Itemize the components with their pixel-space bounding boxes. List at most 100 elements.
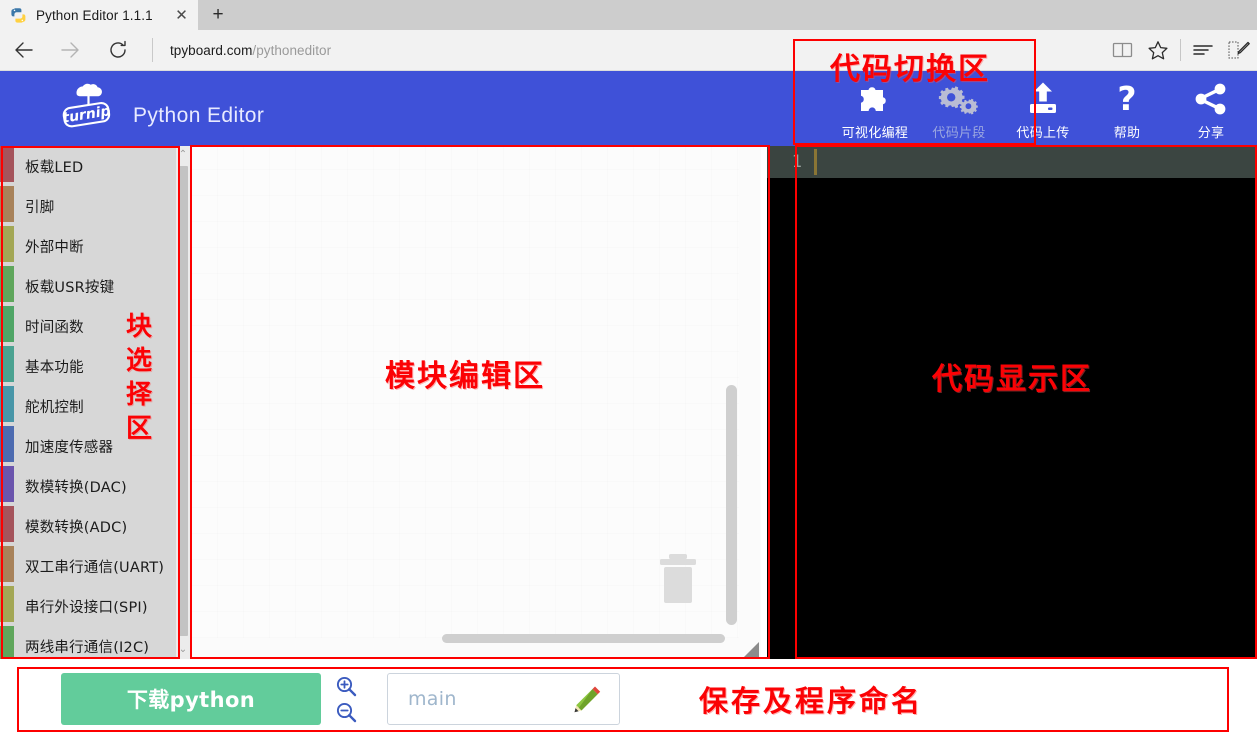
scroll-up-icon[interactable]: ⌃ [176, 147, 190, 163]
toolbox-category-label: 加速度传感器 [25, 439, 114, 456]
download-python-button[interactable]: 下载python [61, 673, 321, 725]
toolbox-category-label: 基本功能 [25, 359, 84, 376]
toolbox-category-color [0, 346, 14, 382]
workspace-vertical-scrollbar[interactable] [726, 385, 737, 625]
toolbox-category-label: 双工串行通信(UART) [25, 559, 165, 576]
code-display-panel[interactable]: 1 代码显示区 [767, 146, 1257, 659]
toolbox-category-item[interactable]: 引脚 [14, 186, 190, 226]
reading-view-icon[interactable] [1104, 30, 1140, 70]
python-logo-icon [10, 7, 27, 24]
toolbox-category-label: 板载LED [25, 159, 84, 176]
pencil-edit-icon[interactable] [573, 684, 603, 714]
browser-tabstrip: Python Editor 1.1.1 ✕ + [0, 0, 1257, 30]
toolbar-divider [152, 38, 153, 62]
program-name-field[interactable]: main [387, 673, 620, 725]
toolbox-category-color [0, 466, 14, 502]
back-button[interactable] [2, 30, 46, 70]
zoom-out-icon[interactable] [333, 699, 359, 725]
zoom-in-icon[interactable] [333, 673, 359, 699]
toolbox-category-color [0, 306, 14, 342]
resize-grip-icon[interactable] [742, 641, 760, 659]
code-caret [814, 149, 817, 175]
toolbox-category-color [0, 146, 14, 182]
forward-arrow-icon [61, 42, 79, 58]
toolbox-category-label: 舵机控制 [25, 399, 84, 416]
upload-icon [1023, 79, 1063, 119]
header-action-label: 代码片段 [932, 126, 986, 141]
toolbox-category-label: 时间函数 [25, 319, 84, 336]
share-icon [1191, 79, 1231, 119]
header-action-share[interactable]: 分享 [1169, 73, 1253, 145]
toolbox-category-label: 引脚 [25, 199, 55, 216]
browser-tab[interactable]: Python Editor 1.1.1 ✕ [0, 0, 198, 30]
toolbox-category-color [0, 626, 14, 659]
toolbox-category-item[interactable]: 两线串行通信(I2C) [14, 626, 190, 659]
scroll-down-icon[interactable]: ⌄ [176, 642, 190, 658]
toolbox-category-color [0, 546, 14, 582]
toolbox-scrollbar[interactable]: ⌃ ⌄ [176, 146, 190, 659]
toolbox-category-item[interactable]: 板载LED [14, 146, 190, 186]
app-title: Python Editor [133, 104, 265, 127]
hub-icon[interactable] [1185, 30, 1221, 70]
favorites-star-icon[interactable] [1140, 30, 1176, 70]
toolbox-category-color [0, 226, 14, 262]
toolbox-category-item[interactable]: 基本功能 [14, 346, 190, 386]
code-active-line-highlight [812, 146, 1257, 178]
toolbox-category-item[interactable]: 加速度传感器 [14, 426, 190, 466]
program-name-input[interactable]: main [408, 688, 573, 710]
header-action-label: 帮助 [1113, 126, 1141, 141]
forward-button[interactable] [48, 30, 92, 70]
toolbox-category-color [0, 506, 14, 542]
workspace-horizontal-scrollbar[interactable] [442, 634, 725, 643]
toolbox-category-item[interactable]: 串行外设接口(SPI) [14, 586, 190, 626]
toolbox-category-color [0, 186, 14, 222]
scrollbar-thumb[interactable] [178, 166, 188, 636]
header-action-label: 代码上传 [1016, 126, 1070, 141]
toolbox-category-item[interactable]: 舵机控制 [14, 386, 190, 426]
toolbox-category-item[interactable]: 模数转换(ADC) [14, 506, 190, 546]
toolbox-category-color [0, 586, 14, 622]
toolbox-category-color [0, 266, 14, 302]
toolbox-category-list: 板载LED 引脚外部中断板载USR按键 时间函数基本功能舵机控制加速度传感器数模转换… [14, 146, 190, 659]
workspace-annotation-label: 模块编辑区 [385, 359, 545, 394]
toolbox-category-color [0, 386, 14, 422]
bottom-annotation-label: 保存及程序命名 [699, 684, 924, 718]
browser-window: Python Editor 1.1.1 ✕ + tpyboard.com/pyt… [0, 0, 1257, 732]
toolbox-category-label: 两线串行通信(I2C) [25, 639, 150, 656]
url-path: /pythoneditor [252, 42, 332, 58]
code-line-number: 1 [767, 146, 812, 178]
zoom-controls [333, 673, 359, 725]
notes-icon[interactable] [1221, 30, 1257, 70]
reload-icon [110, 40, 126, 58]
app-header: turnip Python Editor 可视化编程 代码片段 代码上传 ? 帮… [0, 71, 1257, 146]
toolbox-category-color [0, 426, 14, 462]
toolbox-category-label: 外部中断 [25, 239, 84, 256]
brand: turnip Python Editor [55, 79, 264, 135]
toolbox-color-strip [0, 146, 14, 659]
header-action-label: 可视化编程 [841, 126, 909, 141]
toolbox-category-item[interactable]: 板载USR按键 [14, 266, 190, 306]
header-action-help[interactable]: ? 帮助 [1085, 73, 1169, 145]
code-annotation-label: 代码显示区 [932, 362, 1092, 397]
browser-toolbar-icons [1104, 30, 1257, 70]
header-action-code-upload[interactable]: 代码上传 [1001, 73, 1085, 145]
toolbox-category-item[interactable]: 双工串行通信(UART) [14, 546, 190, 586]
tabstrip-empty-area [238, 0, 1257, 30]
svg-text:?: ? [1117, 80, 1136, 118]
trash-can-icon[interactable] [656, 552, 700, 608]
toolbox-category-item[interactable]: 外部中断 [14, 226, 190, 266]
toolbar-icon-divider [1180, 39, 1181, 61]
toolbox-category-label: 模数转换(ADC) [25, 519, 128, 536]
new-tab-button[interactable]: + [198, 0, 238, 30]
annotation-label-toolbox: 块选择区 [126, 312, 153, 444]
reload-button[interactable] [96, 30, 140, 70]
back-arrow-icon [15, 42, 33, 58]
toolbox-category-item[interactable]: 时间函数 [14, 306, 190, 346]
header-action-label: 分享 [1197, 126, 1225, 141]
browser-tab-title: Python Editor 1.1.1 [36, 7, 153, 23]
toolbox-category-item[interactable]: 数模转换(DAC) [14, 466, 190, 506]
toolbox-sidebar: 板载LED 引脚外部中断板载USR按键 时间函数基本功能舵机控制加速度传感器数模转换… [0, 146, 190, 659]
toolbox-category-label: 板载USR按键 [25, 279, 115, 296]
close-icon[interactable]: ✕ [174, 8, 189, 23]
toolbox-category-label: 串行外设接口(SPI) [25, 599, 148, 616]
